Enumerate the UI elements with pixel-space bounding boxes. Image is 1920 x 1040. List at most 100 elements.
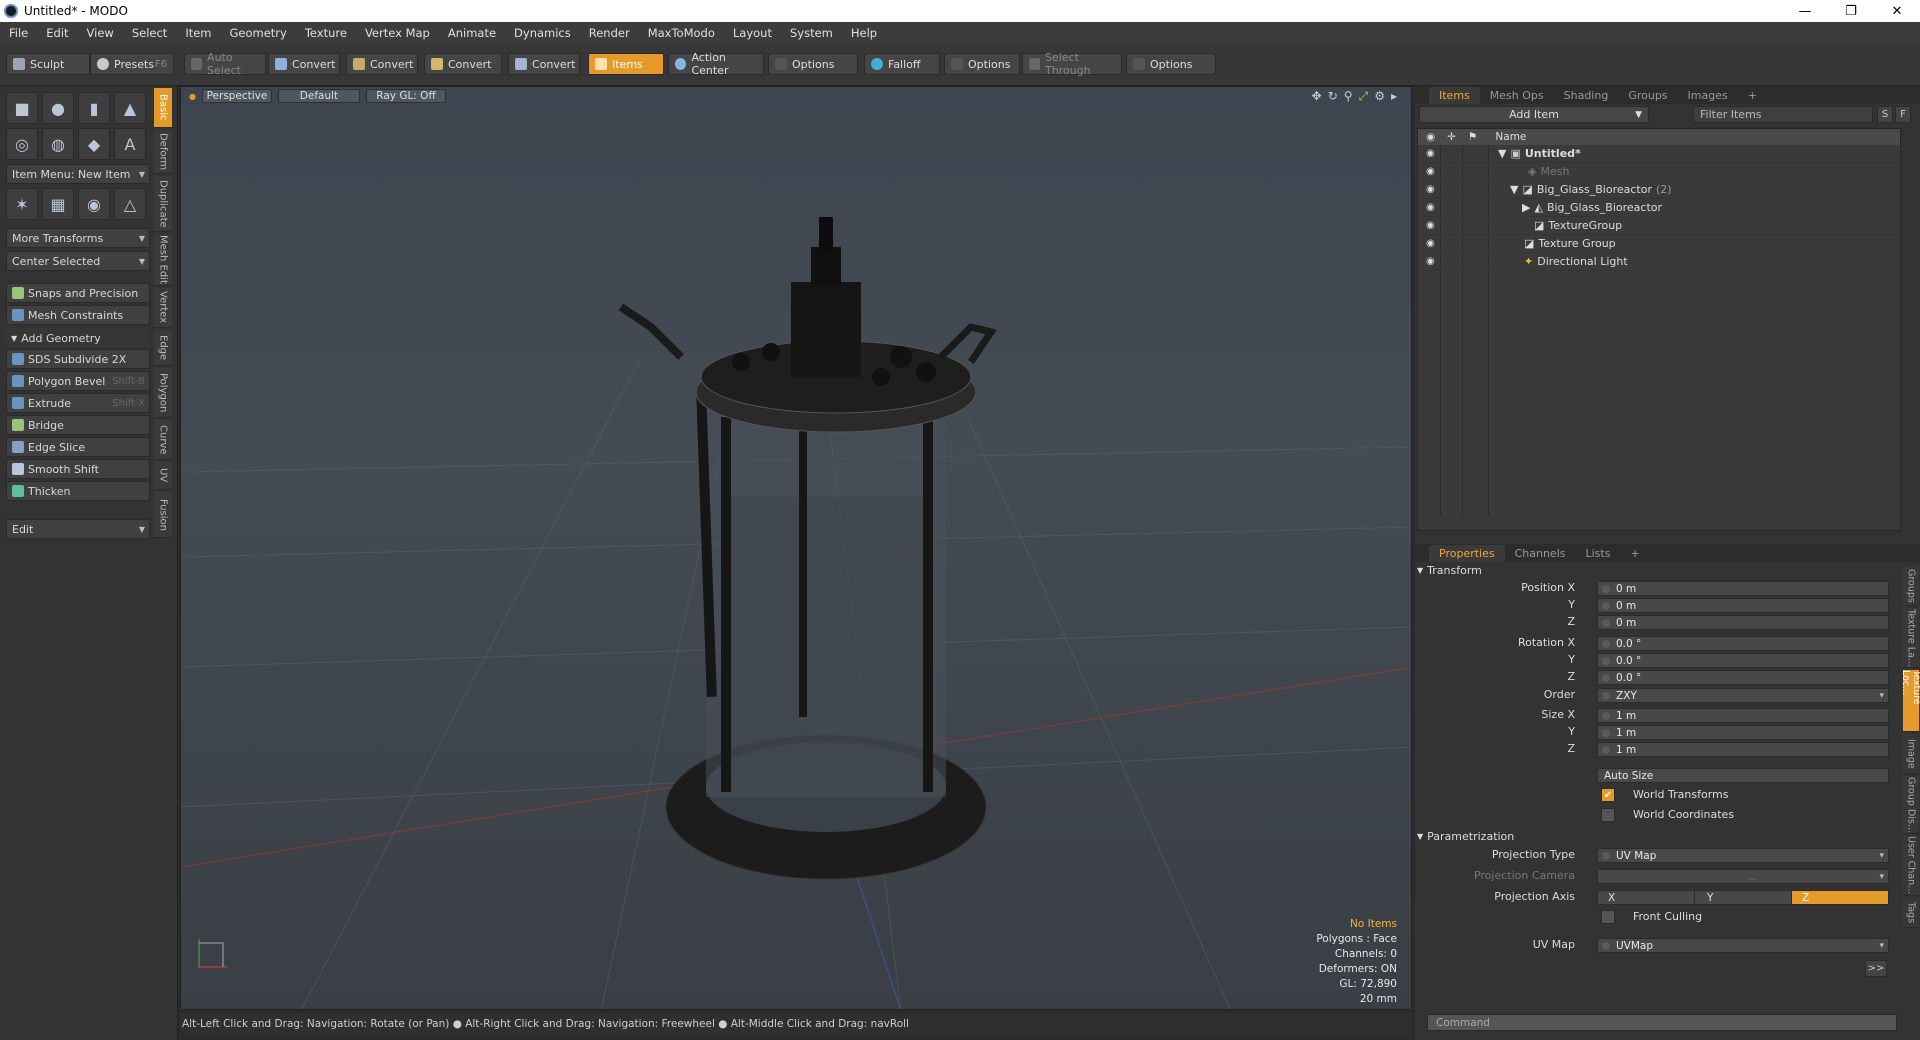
globe-icon[interactable]: ◉ xyxy=(78,188,110,220)
add-item-dropdown[interactable]: Add Item ▼ xyxy=(1419,106,1649,123)
expand-arrow-icon[interactable]: ▼ xyxy=(1498,147,1506,160)
raygl-button[interactable]: Ray GL: Off xyxy=(365,89,446,103)
position-y-field[interactable]: 0 m xyxy=(1597,598,1889,613)
world-coordinates-checkbox[interactable] xyxy=(1601,808,1615,822)
move-view-icon[interactable]: ✥ xyxy=(1312,89,1322,104)
search-toggle-button[interactable]: S xyxy=(1877,106,1893,123)
menu-layout[interactable]: Layout xyxy=(724,26,781,40)
menu-view[interactable]: View xyxy=(78,26,123,40)
add-tab-icon[interactable]: + xyxy=(1738,87,1767,104)
convert-button-1[interactable]: Convert xyxy=(268,53,340,75)
menu-maxtomodo[interactable]: MaxToModo xyxy=(639,26,724,40)
tab-deform[interactable]: Deform xyxy=(154,130,172,174)
rotate-view-icon[interactable]: ↻ xyxy=(1328,89,1338,104)
cylinder-icon[interactable]: ▮ xyxy=(78,92,110,124)
front-culling-checkbox[interactable] xyxy=(1601,910,1615,924)
menu-vertex-map[interactable]: Vertex Map xyxy=(356,26,439,40)
tab-shading[interactable]: Shading xyxy=(1554,87,1619,104)
sphere-icon[interactable]: ● xyxy=(42,92,74,124)
tab-basic[interactable]: Basic xyxy=(154,88,172,128)
menu-item[interactable]: Item xyxy=(176,26,220,40)
snaps-precision-button[interactable]: Snaps and Precision xyxy=(6,283,150,303)
items-mode-button[interactable]: Items xyxy=(588,53,664,75)
viewport-settings-icon[interactable]: ⚙ xyxy=(1374,89,1385,104)
presets-button[interactable]: Presets F6 xyxy=(90,53,174,75)
menu-dynamics[interactable]: Dynamics xyxy=(505,26,580,40)
capsule-icon[interactable]: ◍ xyxy=(42,128,74,160)
tab-mesh-ops[interactable]: Mesh Ops xyxy=(1480,87,1554,104)
side-tab-user-channels[interactable]: User Chan... xyxy=(1903,836,1919,896)
tab-duplicate[interactable]: Duplicate xyxy=(154,176,172,232)
cube-icon[interactable]: ■ xyxy=(6,92,38,124)
menu-help[interactable]: Help xyxy=(842,26,886,40)
sculpt-button[interactable]: Sculpt xyxy=(6,53,90,75)
tab-properties[interactable]: Properties xyxy=(1429,544,1505,562)
fit-view-icon[interactable]: ⤢ xyxy=(1359,89,1369,104)
position-x-field[interactable]: 0 m xyxy=(1597,581,1889,596)
side-tab-texture-locator[interactable]: Texture Loc... xyxy=(1900,670,1920,732)
projection-camera-dropdown[interactable]: ... xyxy=(1597,869,1889,884)
torus-icon[interactable]: ◎ xyxy=(6,128,38,160)
tree-row-light[interactable]: ◉ ✦ Directional Light xyxy=(1418,253,1900,271)
tool-edge-slice[interactable]: Edge Slice xyxy=(6,437,150,457)
tab-polygon[interactable]: Polygon xyxy=(154,368,172,418)
menu-select[interactable]: Select xyxy=(123,26,176,40)
projection-axis-y[interactable]: Y xyxy=(1694,890,1792,905)
tab-curve[interactable]: Curve xyxy=(154,420,172,460)
side-tab-tags[interactable]: Tags xyxy=(1903,898,1919,928)
action-center-button[interactable]: Action Center xyxy=(668,51,764,77)
mesh-constraints-button[interactable]: Mesh Constraints xyxy=(6,305,150,325)
eye-icon[interactable]: ◉ xyxy=(1426,184,1435,195)
eye-icon[interactable]: ◉ xyxy=(1426,148,1435,159)
maximize-button[interactable]: ❐ xyxy=(1828,0,1874,22)
tree-row-scene[interactable]: ◉ ▼ ▣ Untitled* xyxy=(1418,145,1900,163)
transform-section[interactable]: ▼ Transform xyxy=(1417,562,1482,578)
tool-extrude[interactable]: Extrude Shift-X xyxy=(6,393,150,413)
side-tab-image[interactable]: Image xyxy=(1903,734,1919,774)
eye-icon[interactable]: ◉ xyxy=(1426,220,1435,231)
menu-render[interactable]: Render xyxy=(580,26,639,40)
tab-vertex[interactable]: Vertex xyxy=(154,288,172,328)
uvmap-dropdown[interactable]: UVMap xyxy=(1597,938,1889,953)
tool-polygon-bevel[interactable]: Polygon Bevel Shift-B xyxy=(6,371,150,391)
filter-toggle-button[interactable]: F xyxy=(1895,106,1911,123)
view-perspective-button[interactable]: Perspective xyxy=(201,89,272,103)
tree-row-mesh-item[interactable]: ◉ ▶ ◭ Big_Glass_Bioreactor xyxy=(1418,199,1900,217)
pen-icon[interactable]: ◆ xyxy=(78,128,110,160)
tab-mesh-edit[interactable]: Mesh Edit xyxy=(154,234,172,286)
action-center-options-button[interactable]: Options xyxy=(768,53,858,75)
item-menu-dropdown[interactable]: Item Menu: New Item ▼ xyxy=(6,164,150,184)
tab-edge[interactable]: Edge xyxy=(154,330,172,366)
eye-icon[interactable]: ◉ xyxy=(1426,238,1435,249)
tab-lists[interactable]: Lists xyxy=(1576,545,1621,562)
select-through-options-button[interactable]: Options xyxy=(1126,53,1216,75)
locator-icon[interactable]: ✶ xyxy=(6,188,38,220)
eye-icon[interactable]: ◉ xyxy=(1426,202,1435,213)
tool-sds-subdivide[interactable]: SDS Subdivide 2X xyxy=(6,349,150,369)
menu-animate[interactable]: Animate xyxy=(439,26,505,40)
world-transforms-checkbox[interactable]: ✔ xyxy=(1601,788,1615,802)
projection-axis-z[interactable]: Z xyxy=(1791,890,1889,905)
menu-file[interactable]: File xyxy=(0,26,37,40)
projection-axis-x[interactable]: X xyxy=(1597,890,1695,905)
viewport-menu-icon[interactable]: ● xyxy=(189,92,196,101)
menu-edit[interactable]: Edit xyxy=(37,26,77,40)
tab-uv[interactable]: UV xyxy=(154,462,172,490)
filter-items-input[interactable]: Filter Items xyxy=(1693,106,1873,123)
minimize-button[interactable]: — xyxy=(1782,0,1828,22)
rotation-x-field[interactable]: 0.0 ° xyxy=(1597,636,1889,651)
side-tab-groups[interactable]: Groups xyxy=(1903,566,1919,606)
convert-button-4[interactable]: Convert xyxy=(508,53,580,75)
eye-icon[interactable]: ◉ xyxy=(1426,166,1435,177)
convert-button-2[interactable]: Convert xyxy=(346,53,418,75)
tree-row-texture-group[interactable]: ◉ ◪ Texture Group xyxy=(1418,235,1900,253)
size-z-field[interactable]: 1 m xyxy=(1597,742,1889,757)
cone-icon[interactable]: ▲ xyxy=(114,92,146,124)
falloff-options-button[interactable]: Options xyxy=(944,53,1020,75)
side-tab-texture-layers[interactable]: Texture La... xyxy=(1903,608,1919,668)
expand-arrow-icon[interactable]: ▼ xyxy=(1510,183,1518,196)
auto-size-button[interactable]: Auto Size xyxy=(1597,768,1889,783)
more-properties-button[interactable]: >> xyxy=(1865,960,1887,977)
3d-viewport[interactable]: ● Perspective Default Ray GL: Off ✥ ↻ ⚲ … xyxy=(180,86,1412,1010)
tree-row-group[interactable]: ◉ ▼ ◪ Big_Glass_Bioreactor (2) xyxy=(1418,181,1900,199)
